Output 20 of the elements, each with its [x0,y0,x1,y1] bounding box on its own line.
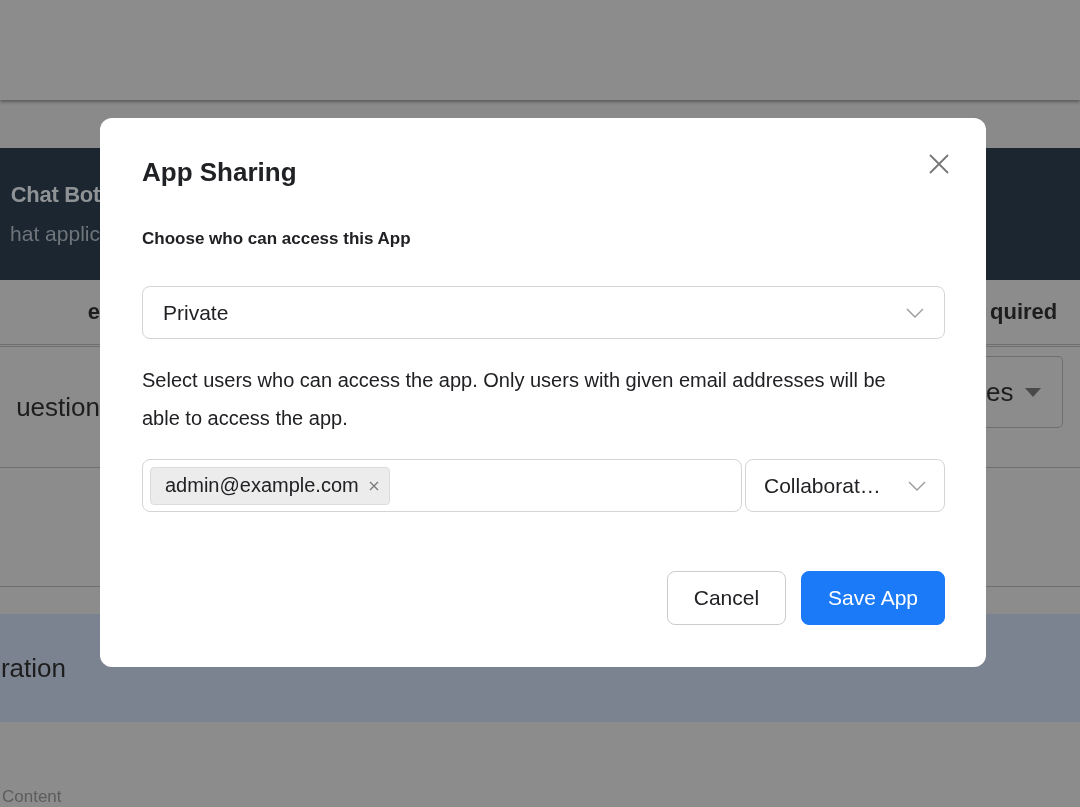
dialog-title: App Sharing [142,156,297,189]
chevron-down-icon [908,480,926,491]
banner-subtitle: hat applic [10,222,100,246]
caret-down-icon [1025,387,1042,397]
access-select[interactable]: Private [142,286,945,339]
chevron-down-icon [906,307,924,318]
cancel-button[interactable]: Cancel [666,571,787,625]
remove-icon[interactable] [368,480,379,491]
column-header: e [86,299,100,325]
description-text: Select users who can access the app. Only users with given email addresses will be able to access the app. [142,368,887,431]
email-chip[interactable]: admin@example.com [150,466,390,505]
column-header: quired [989,299,1058,325]
field-label: Choose who can access this App [142,229,412,249]
band-text: ration [0,652,66,684]
close-icon[interactable] [929,154,949,174]
email-field[interactable]: admin@example.com [142,459,742,512]
save-button[interactable]: Save App [801,571,945,625]
banner-title: Chat Bot [10,182,100,208]
table-cell-text: uestion [15,391,100,423]
role-select[interactable]: Collaborat… [745,459,945,512]
